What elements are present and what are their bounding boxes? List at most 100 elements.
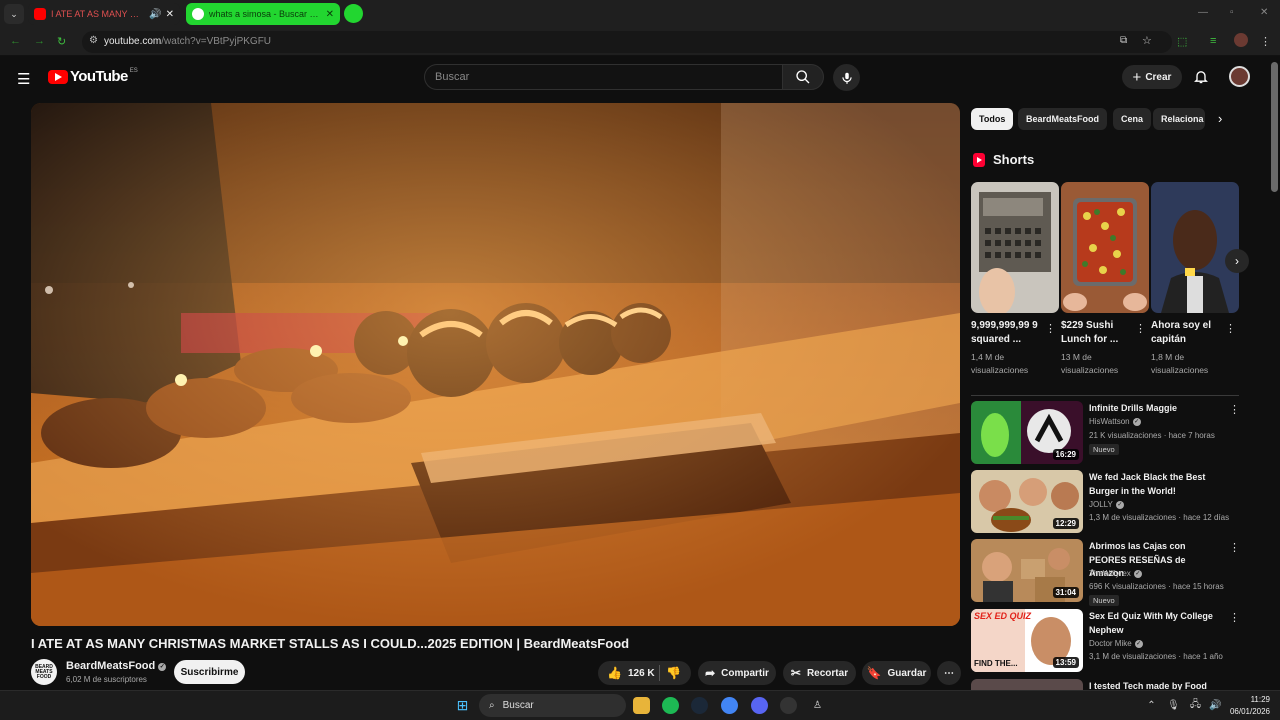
short-menu-icon[interactable]: ⋮ [1225, 322, 1236, 335]
address-bar[interactable]: ⚙ youtube.com/watch?v=VBtPyjPKGFU ⧉ ☆ [82, 31, 1172, 53]
short-thumbnail[interactable] [971, 182, 1059, 313]
short-title[interactable]: Ahora soy el capitán [1151, 319, 1223, 347]
save-button[interactable]: 🔖 Guardar [862, 661, 931, 685]
recommendation-meta: 696 K visualizaciones · hace 15 horas [1089, 582, 1224, 591]
recommendation-menu-icon[interactable]: ⋮ [1229, 403, 1240, 416]
thumbs-up-icon[interactable]: 👍 [607, 666, 622, 680]
reload-icon[interactable]: ↻ [57, 35, 66, 48]
reading-list-icon[interactable]: ≡ [1210, 35, 1216, 47]
shorts-next-button[interactable]: › [1225, 249, 1249, 273]
video-duration: 12:29 [1052, 518, 1079, 529]
microphone-tray-icon[interactable]: 🎙 [1165, 697, 1182, 714]
app-icon[interactable] [780, 697, 797, 714]
recommendation-thumbnail[interactable]: 12:29 [971, 470, 1083, 533]
search-button[interactable] [782, 64, 824, 90]
thumbs-down-icon[interactable]: 👎 [666, 666, 681, 680]
recommendation-channel[interactable]: Doctor Mike ✓ [1089, 639, 1143, 648]
recommendation-title[interactable]: Sex Ed Quiz With My College Nephew [1089, 610, 1221, 637]
chip-todos[interactable]: Todos [971, 108, 1014, 130]
tab-close-icon[interactable]: ✕ [166, 9, 174, 20]
voice-search-button[interactable] [833, 64, 860, 91]
browser-tab-google-search[interactable]: whats a simosa - Buscar con G ✕ [186, 3, 340, 25]
windows-start-icon[interactable]: ⊞ [454, 697, 471, 714]
back-arrow-icon[interactable]: ← [10, 35, 21, 47]
site-info-icon[interactable]: ⚙ [89, 35, 98, 46]
bookmark-star-icon[interactable]: ☆ [1142, 34, 1152, 47]
notifications-bell-icon[interactable] [1193, 68, 1209, 85]
short-title[interactable]: $229 Sushi Lunch for ... [1061, 319, 1133, 347]
recommendation-title[interactable]: I tested Tech made by Food [1089, 680, 1221, 690]
youtube-logo[interactable]: YouTube ES [48, 68, 138, 85]
short-menu-icon[interactable]: ⋮ [1135, 322, 1146, 335]
recommendation-channel[interactable]: TheWillyrex ✓ [1089, 569, 1142, 578]
recommendation-menu-icon[interactable]: ⋮ [1229, 611, 1240, 624]
chrome-icon[interactable] [721, 697, 738, 714]
recommendation-item[interactable]: SEX ED QUIZ FIND THE... 13:59 Sex Ed Qui… [971, 609, 1241, 673]
app-icon-2[interactable]: ♙ [809, 697, 826, 714]
maximize-icon[interactable]: ▫ [1230, 7, 1234, 18]
recommendation-channel[interactable]: HisWattson ✓ [1089, 417, 1141, 426]
short-thumbnail[interactable] [1061, 182, 1149, 313]
browser-menu-icon[interactable]: ⋮ [1260, 35, 1271, 48]
discord-icon[interactable] [751, 697, 768, 714]
verified-check-icon: ✓ [1133, 570, 1142, 578]
short-item[interactable]: Ahora soy el capitán ⋮ 1,8 M de visualiz… [1151, 182, 1239, 375]
taskbar-search[interactable]: ⌕ Buscar [479, 694, 626, 717]
subscribe-button[interactable]: Suscribirme [174, 660, 245, 684]
steam-icon[interactable] [691, 697, 708, 714]
recommendation-menu-icon[interactable]: ⋮ [1229, 541, 1240, 554]
recommendation-thumbnail[interactable]: SEX ED QUIZ FIND THE... 13:59 [971, 609, 1083, 672]
create-label: Crear [1145, 71, 1172, 83]
tab-search-menu-button[interactable]: ⌄ [4, 4, 24, 24]
short-item[interactable]: 9,999,999,99 9 squared ... ⋮ 1,4 M de vi… [971, 182, 1059, 375]
search-input[interactable] [425, 65, 782, 89]
recommendation-item[interactable]: 12:29 We fed Jack Black the Best Burger … [971, 470, 1241, 534]
chip-cena[interactable]: Cena [1113, 108, 1152, 130]
file-explorer-icon[interactable] [633, 697, 650, 714]
chip-beardmeatsfood[interactable]: BeardMeatsFood [1018, 108, 1108, 130]
search-icon: ⌕ [489, 700, 495, 711]
spotify-icon[interactable] [662, 697, 679, 714]
volume-icon[interactable]: 🔊 [1207, 697, 1224, 714]
short-title[interactable]: 9,999,999,99 9 squared ... [971, 319, 1043, 347]
recommendation-title[interactable]: We fed Jack Black the Best Burger in the… [1089, 471, 1221, 498]
taskbar-search-label: Buscar [502, 700, 534, 711]
taskbar-clock[interactable]: 11:29 06/01/2026 [1226, 694, 1270, 718]
tray-chevron-up-icon[interactable]: ⌃ [1143, 697, 1160, 714]
tab-close-icon[interactable]: ✕ [326, 9, 334, 20]
recommendation-thumbnail[interactable] [971, 679, 1083, 690]
minimize-icon[interactable]: — [1198, 7, 1208, 18]
close-window-icon[interactable]: ✕ [1260, 7, 1268, 18]
recommendation-title[interactable]: Infinite Drills Maggie [1089, 402, 1221, 416]
chips-next-chevron-icon[interactable]: › [1218, 111, 1222, 126]
recommendation-thumbnail[interactable]: 31:04 [971, 539, 1083, 602]
recommendation-item[interactable]: 16:29 Infinite Drills Maggie HisWattson ✓… [971, 401, 1241, 465]
short-thumbnail[interactable] [1151, 182, 1239, 313]
extension-icon[interactable]: ⬚ [1177, 35, 1187, 48]
recommendation-item[interactable]: 31:04 Abrimos las Cajas con PEORES RESEÑ… [971, 539, 1241, 606]
chip-relacionados[interactable]: Relaciona [1153, 108, 1205, 130]
clip-button[interactable]: ✂ Recortar [783, 661, 856, 685]
channel-name[interactable]: BeardMeatsFood ✓ [66, 660, 167, 672]
menu-hamburger-icon[interactable]: ☰ [17, 70, 30, 88]
browser-tab-youtube[interactable]: I ATE AT AS MANY CHRISTM 🔊 ✕ [28, 3, 180, 25]
forward-arrow-icon[interactable]: → [34, 35, 45, 47]
more-actions-button[interactable]: ⋯ [937, 661, 961, 685]
search-box [424, 64, 782, 90]
cast-icon[interactable]: ⧉ [1120, 35, 1127, 46]
like-count[interactable]: 126 K [628, 668, 655, 679]
create-button[interactable]: + Crear [1122, 65, 1182, 89]
page-scrollbar[interactable] [1271, 62, 1278, 192]
account-avatar[interactable] [1229, 66, 1250, 87]
short-item[interactable]: $229 Sushi Lunch for ... ⋮ 13 M de visua… [1061, 182, 1149, 375]
new-tab-button[interactable] [344, 4, 363, 23]
recommendation-channel[interactable]: JOLLY ✓ [1089, 500, 1124, 509]
profile-avatar-icon[interactable] [1234, 33, 1248, 47]
video-player[interactable] [31, 103, 960, 626]
recommendation-thumbnail[interactable]: 16:29 [971, 401, 1083, 464]
network-icon[interactable]: 🖧 [1187, 697, 1204, 714]
short-menu-icon[interactable]: ⋮ [1045, 322, 1056, 335]
channel-avatar[interactable]: BEARD MEATS FOOD [31, 659, 57, 685]
recommendation-item[interactable]: I tested Tech made by Food [971, 679, 1241, 690]
share-button[interactable]: ➦ Compartir [698, 661, 776, 685]
